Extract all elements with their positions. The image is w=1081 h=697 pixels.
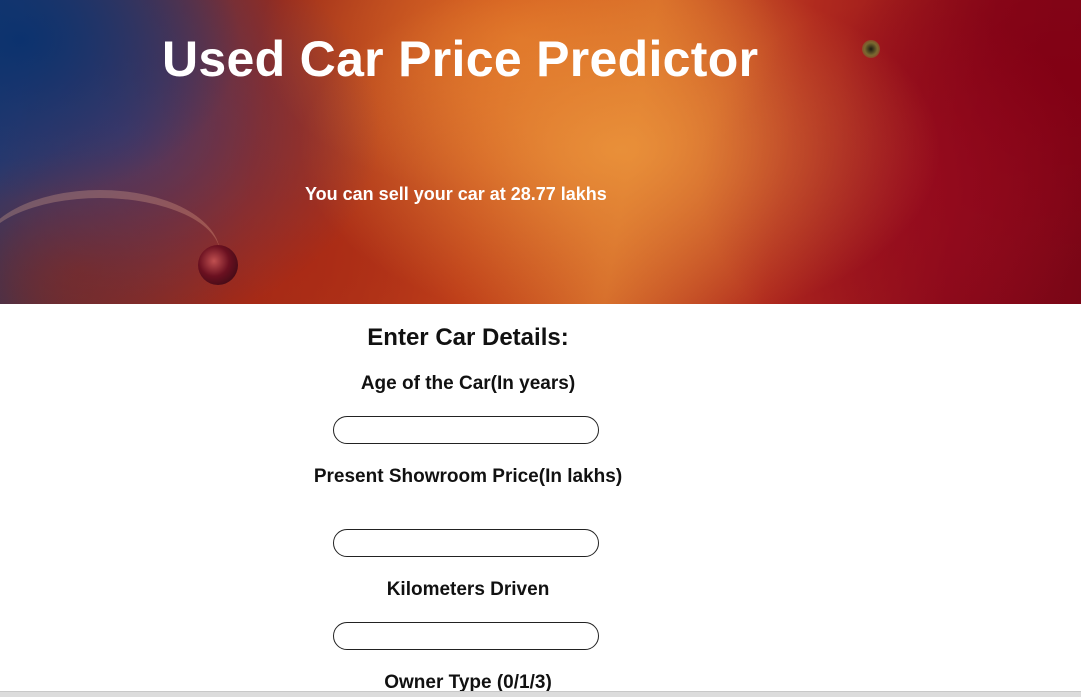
- kilometers-input[interactable]: [333, 622, 599, 650]
- background-bubble-small: [862, 40, 880, 58]
- horizontal-scrollbar[interactable]: [0, 691, 1081, 697]
- car-details-form: Enter Car Details: Age of the Car(In yea…: [0, 304, 1081, 696]
- background-wave: [0, 190, 220, 304]
- showroom-price-input[interactable]: [333, 529, 599, 557]
- prediction-result: You can sell your car at 28.77 lakhs: [305, 184, 607, 204]
- kilometers-label: Kilometers Driven: [386, 579, 550, 600]
- age-label: Age of the Car(In years): [360, 373, 576, 394]
- page-title: Used Car Price Predictor: [162, 31, 759, 87]
- showroom-price-label: Present Showroom Price(In lakhs): [313, 466, 623, 487]
- form-heading: Enter Car Details:: [367, 324, 569, 351]
- hero-banner: Used Car Price Predictor You can sell yo…: [0, 0, 1081, 304]
- background-bubble: [198, 245, 238, 285]
- age-input[interactable]: [333, 416, 599, 444]
